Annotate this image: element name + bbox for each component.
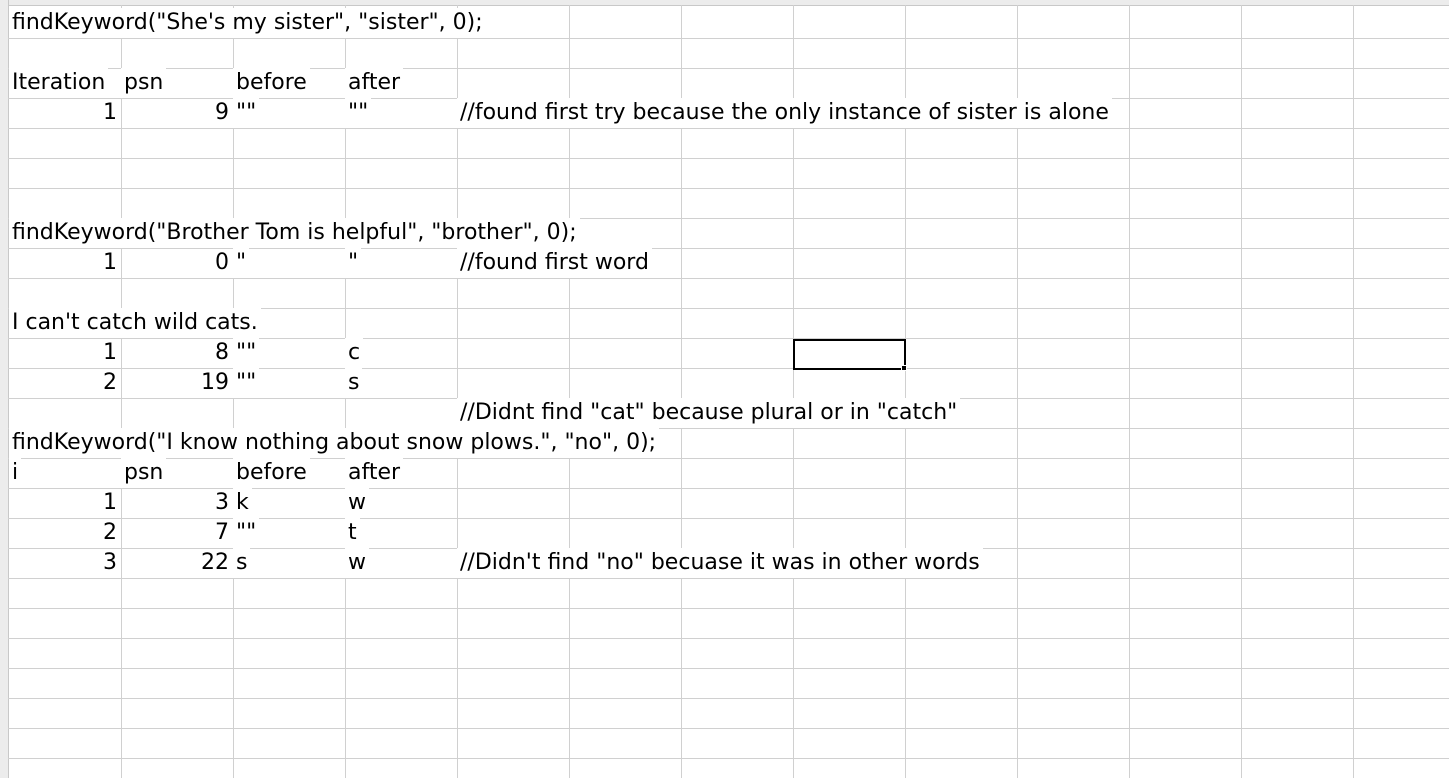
cell-b4[interactable]: 9 [121, 98, 232, 128]
cell-b3[interactable]: psn [121, 68, 167, 98]
cell-b13[interactable]: 19 [121, 368, 232, 398]
cell-b19[interactable]: 22 [121, 548, 232, 578]
cell-d16[interactable]: after [345, 458, 404, 488]
cell-c17[interactable]: k [233, 488, 252, 518]
cell-d19[interactable]: w [345, 548, 369, 578]
cell-a17[interactable]: 1 [9, 488, 120, 518]
cell-e9[interactable]: //found first word [457, 248, 652, 278]
cell-a16[interactable]: i [9, 458, 22, 488]
cell-d9[interactable]: " [345, 248, 362, 278]
cell-b12[interactable]: 8 [121, 338, 232, 368]
spreadsheet-grid[interactable]: findKeyword("She's my sister", "sister",… [0, 0, 1449, 778]
row-gridline [8, 128, 1449, 129]
cell-c18[interactable]: "" [233, 518, 260, 548]
row-gridline [8, 728, 1449, 729]
row-gridline [8, 758, 1449, 759]
cell-c16[interactable]: before [233, 458, 310, 488]
cell-d12[interactable]: c [345, 338, 364, 368]
cell-a19[interactable]: 3 [9, 548, 120, 578]
cell-b16[interactable]: psn [121, 458, 167, 488]
cell-a18[interactable]: 2 [9, 518, 120, 548]
cell-a1[interactable]: findKeyword("She's my sister", "sister",… [9, 8, 486, 38]
cell-d17[interactable]: w [345, 488, 369, 518]
column-gridline [1241, 5, 1242, 778]
cell-c13[interactable]: "" [233, 368, 260, 398]
row-gridline [8, 578, 1449, 579]
cell-b18[interactable]: 7 [121, 518, 232, 548]
cell-a11[interactable]: I can't catch wild cats. [9, 308, 261, 338]
cell-a13[interactable]: 2 [9, 368, 120, 398]
row-gridline [8, 458, 1449, 459]
cell-a15[interactable]: findKeyword("I know nothing about snow p… [9, 428, 660, 458]
cell-c4[interactable]: "" [233, 98, 260, 128]
cell-e19[interactable]: //Didn't find "no" becuase it was in oth… [457, 548, 983, 578]
row-gridline [8, 38, 1449, 39]
row-gridline [8, 68, 1449, 69]
cell-c12[interactable]: "" [233, 338, 260, 368]
column-gridline [1353, 5, 1354, 778]
cell-e4[interactable]: //found first try because the only insta… [457, 98, 1112, 128]
selected-cell[interactable] [793, 339, 906, 370]
row-gridline [8, 188, 1449, 189]
cell-b9[interactable]: 0 [121, 248, 232, 278]
column-header-strip[interactable] [0, 0, 1449, 6]
fill-handle[interactable] [901, 365, 907, 371]
cell-d3[interactable]: after [345, 68, 404, 98]
cell-a8[interactable]: findKeyword("Brother Tom is helpful", "b… [9, 218, 580, 248]
cell-b17[interactable]: 3 [121, 488, 232, 518]
row-gridline [8, 698, 1449, 699]
column-gridline [1129, 5, 1130, 778]
cell-d13[interactable]: s [345, 368, 363, 398]
cell-d18[interactable]: t [345, 518, 360, 548]
cell-d4[interactable]: "" [345, 98, 372, 128]
cell-a4[interactable]: 1 [9, 98, 120, 128]
row-gridline [8, 668, 1449, 669]
cell-e14[interactable]: //Didnt find "cat" because plural or in … [457, 398, 961, 428]
cell-a3[interactable]: Iteration [9, 68, 109, 98]
cell-c3[interactable]: before [233, 68, 310, 98]
row-gridline [8, 608, 1449, 609]
cell-c19[interactable]: s [233, 548, 251, 578]
row-gridline [8, 158, 1449, 159]
cell-c9[interactable]: " [233, 248, 250, 278]
row-gridline [8, 278, 1449, 279]
row-gridline [8, 638, 1449, 639]
cell-a12[interactable]: 1 [9, 338, 120, 368]
row-header-strip[interactable] [0, 0, 9, 778]
cell-a9[interactable]: 1 [9, 248, 120, 278]
